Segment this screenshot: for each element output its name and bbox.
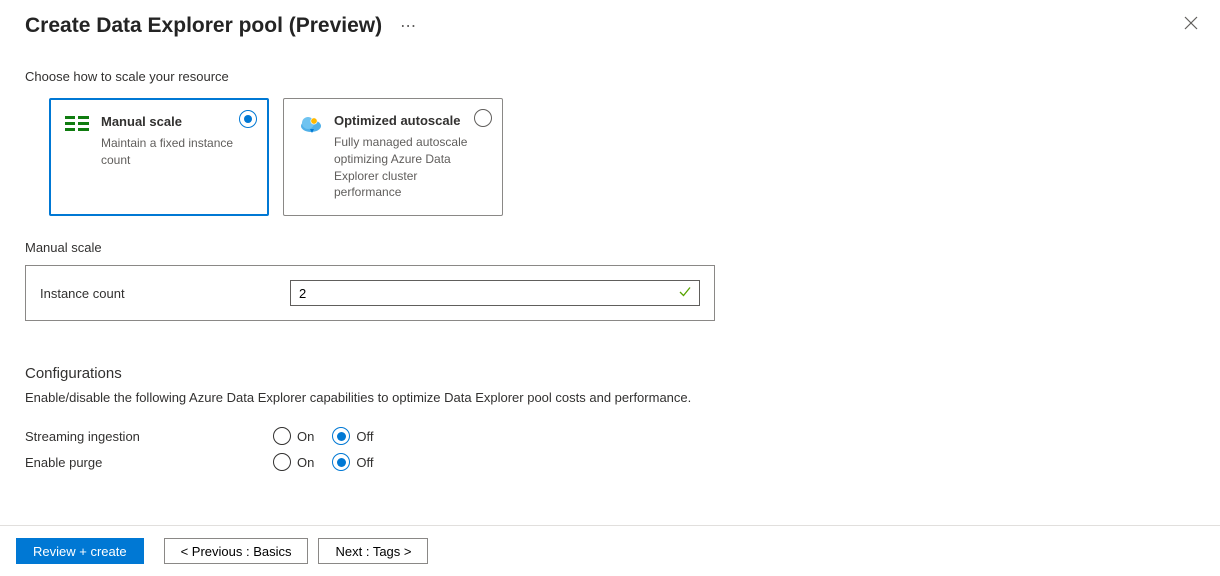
card-title: Optimized autoscale — [334, 113, 470, 128]
instance-count-label: Instance count — [40, 286, 290, 301]
radio-unselected-icon — [474, 109, 492, 127]
radio-label: Off — [356, 429, 373, 444]
streaming-ingestion-label: Streaming ingestion — [25, 429, 273, 444]
scale-option-autoscale[interactable]: Optimized autoscale Fully managed autosc… — [283, 98, 503, 216]
card-desc: Maintain a fixed instance count — [101, 135, 235, 169]
instance-count-input[interactable] — [290, 280, 700, 306]
card-desc: Fully managed autoscale optimizing Azure… — [334, 134, 470, 201]
radio-icon — [332, 453, 350, 471]
card-title: Manual scale — [101, 114, 235, 129]
enable-purge-label: Enable purge — [25, 455, 273, 470]
streaming-ingestion-off[interactable]: Off — [332, 427, 373, 445]
instance-count-box: Instance count — [25, 265, 715, 321]
enable-purge-on[interactable]: On — [273, 453, 314, 471]
manual-scale-icon — [65, 114, 91, 200]
manual-scale-subhead: Manual scale — [25, 240, 1195, 255]
configurations-desc: Enable/disable the following Azure Data … — [25, 390, 1195, 405]
enable-purge-off[interactable]: Off — [332, 453, 373, 471]
configurations-heading: Configurations — [25, 365, 1195, 382]
scale-option-manual[interactable]: Manual scale Maintain a fixed instance c… — [49, 98, 269, 216]
review-create-button[interactable]: Review + create — [16, 538, 144, 564]
previous-button[interactable]: < Previous : Basics — [164, 538, 309, 564]
page-title: Create Data Explorer pool (Preview) — [25, 14, 382, 38]
autoscale-icon — [298, 113, 324, 201]
scale-section-label: Choose how to scale your resource — [25, 69, 1195, 84]
radio-icon — [332, 427, 350, 445]
more-actions-icon[interactable]: ⋯ — [400, 16, 417, 36]
radio-selected-icon — [239, 110, 257, 128]
radio-label: On — [297, 429, 314, 444]
close-icon[interactable] — [1180, 12, 1202, 39]
validation-check-icon — [678, 285, 692, 302]
radio-label: On — [297, 455, 314, 470]
radio-label: Off — [356, 455, 373, 470]
streaming-ingestion-on[interactable]: On — [273, 427, 314, 445]
next-button[interactable]: Next : Tags > — [318, 538, 428, 564]
radio-icon — [273, 427, 291, 445]
radio-icon — [273, 453, 291, 471]
